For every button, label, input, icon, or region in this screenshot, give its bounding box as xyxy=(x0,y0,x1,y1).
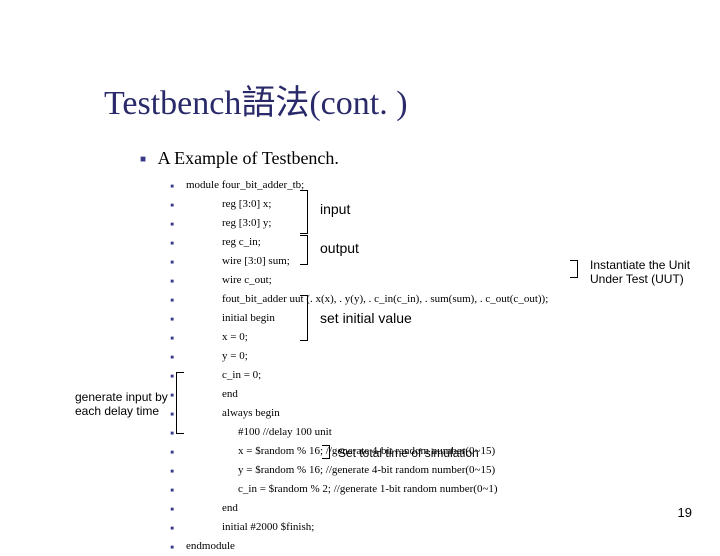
annotation-generate-2: each delay time xyxy=(75,404,159,418)
bracket-input xyxy=(300,190,308,234)
code-line: ■fout_bit_adder uut (. x(x), . y(y), . c… xyxy=(158,290,548,309)
subtitle-row: ■ A Example of Testbench. xyxy=(140,148,339,169)
bullet-dot-icon: ■ xyxy=(158,461,186,480)
code-text: initial #2000 $finish; xyxy=(186,520,314,535)
code-text: module four_bit_adder_tb; xyxy=(186,178,304,193)
code-text: reg [3:0] x; xyxy=(186,197,271,212)
code-line: ■wire c_out; xyxy=(158,271,548,290)
code-line: ■end xyxy=(158,499,548,518)
slide-number: 19 xyxy=(678,505,692,520)
bracket-uut xyxy=(570,260,578,278)
code-text: endmodule xyxy=(186,539,235,554)
slide-title: Testbench語法(cont. ) xyxy=(104,75,408,124)
code-text: y = $random % 16; //generate 4-bit rando… xyxy=(186,463,495,478)
bullet-dot-icon: ■ xyxy=(158,233,186,252)
bullet-dot-icon: ■ xyxy=(158,328,186,347)
bracket-output xyxy=(300,235,308,265)
code-text: always begin xyxy=(186,406,280,421)
code-text: initial begin xyxy=(186,311,275,326)
annotation-output: output xyxy=(320,240,359,256)
code-text: end xyxy=(186,387,238,402)
code-text: end xyxy=(186,501,238,516)
code-text: x = 0; xyxy=(186,330,248,345)
code-line: ■always begin xyxy=(158,404,548,423)
subtitle-text: A Example of Testbench. xyxy=(158,148,339,168)
code-text: c_in = $random % 2; //generate 1-bit ran… xyxy=(186,482,498,497)
annotation-uut-2: Under Test (UUT) xyxy=(590,272,684,286)
code-line: ■initial #2000 $finish; xyxy=(158,518,548,537)
code-text: reg [3:0] y; xyxy=(186,216,271,231)
code-text: #100 //delay 100 unit xyxy=(186,425,332,440)
bracket-settotal xyxy=(322,445,330,459)
code-line: ■y = 0; xyxy=(158,347,548,366)
code-text: y = 0; xyxy=(186,349,248,364)
bullet-dot-icon: ■ xyxy=(158,442,186,461)
code-line: ■reg [3:0] y; xyxy=(158,214,548,233)
code-line: ■y = $random % 16; //generate 4-bit rand… xyxy=(158,461,548,480)
bullet-dot-icon: ■ xyxy=(158,518,186,537)
annotation-setinitial: set initial value xyxy=(320,310,412,326)
code-text: wire [3:0] sum; xyxy=(186,254,290,269)
annotation-settotal: Set total time of simulation xyxy=(338,446,479,460)
bullet-dot-icon: ■ xyxy=(158,480,186,499)
bullet-dot-icon: ■ xyxy=(158,195,186,214)
annotation-input: input xyxy=(320,201,350,217)
bracket-setinitial xyxy=(300,295,308,341)
code-text: reg c_in; xyxy=(186,235,261,250)
bullet-dot-icon: ■ xyxy=(158,176,186,195)
code-line: ■#100 //delay 100 unit xyxy=(158,423,548,442)
code-text: fout_bit_adder uut (. x(x), . y(y), . c_… xyxy=(186,292,548,307)
code-block: ■module four_bit_adder_tb;■reg [3:0] x;■… xyxy=(158,176,548,556)
bullet-dot-icon: ■ xyxy=(158,252,186,271)
code-line: ■module four_bit_adder_tb; xyxy=(158,176,548,195)
code-text: c_in = 0; xyxy=(186,368,261,383)
code-line: ■reg [3:0] x; xyxy=(158,195,548,214)
bullet-dot-icon: ■ xyxy=(158,271,186,290)
annotation-uut-1: Instantiate the Unit xyxy=(590,258,690,272)
bullet-dot-icon: ■ xyxy=(158,499,186,518)
bullet-square-icon: ■ xyxy=(140,154,146,165)
annotation-generate-1: generate input by xyxy=(75,390,168,404)
bullet-dot-icon: ■ xyxy=(158,290,186,309)
code-line: ■c_in = $random % 2; //generate 1-bit ra… xyxy=(158,480,548,499)
bracket-generate xyxy=(176,372,184,434)
code-line: ■x = 0; xyxy=(158,328,548,347)
code-line: ■c_in = 0; xyxy=(158,366,548,385)
bullet-dot-icon: ■ xyxy=(158,309,186,328)
bullet-dot-icon: ■ xyxy=(158,347,186,366)
bullet-dot-icon: ■ xyxy=(158,214,186,233)
code-text: wire c_out; xyxy=(186,273,272,288)
code-line: ■end xyxy=(158,385,548,404)
